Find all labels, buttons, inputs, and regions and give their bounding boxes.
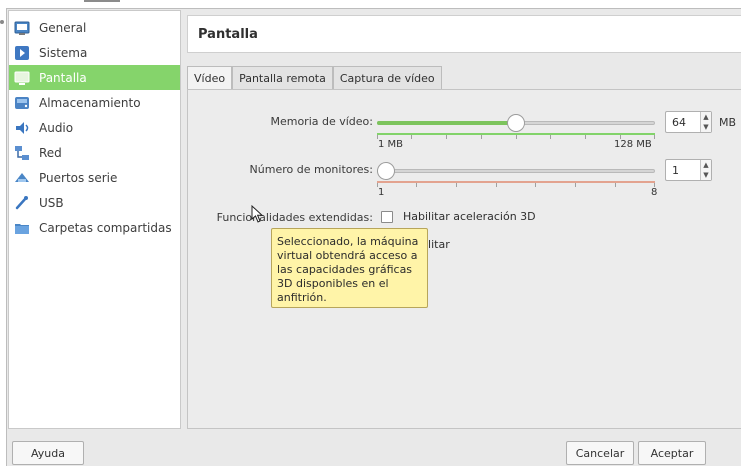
enable-3d-acceleration-label: Habilitar aceleración 3D [403,210,536,223]
network-icon [14,145,30,161]
sidebar-item-system[interactable]: Sistema [9,40,180,65]
monitor-count-slider[interactable] [377,161,655,181]
audio-icon [14,120,30,136]
sidebar-item-serial-ports[interactable]: Puertos serie [9,165,180,190]
extended-features-label: Funcionalidades extendidas: [216,211,373,224]
spin-arrows-icon[interactable]: ▲ ▼ [700,112,711,132]
sidebar-item-label: Sistema [39,45,88,60]
monitor-count-min: 1 [378,187,385,198]
slider-fill [377,121,516,125]
tab-bar: Vídeo Pantalla remota Captura de vídeo [187,66,442,90]
sidebar-item-label: Carpetas compartidas [39,220,172,235]
video-memory-value: 64 [672,116,686,129]
sidebar-item-storage[interactable]: Almacenamiento [9,90,180,115]
sidebar-item-label: Puertos serie [39,170,118,185]
settings-main-panel: Pantalla Vídeo Pantalla remota Captura d… [187,10,741,429]
tab-remote-display[interactable]: Pantalla remota [232,66,333,90]
accept-button[interactable]: Aceptar [638,441,706,465]
settings-dialog: General Sistema Pantalla Almacenamiento … [6,8,741,466]
sidebar-item-label: Audio [39,120,74,135]
slider-track [377,169,655,173]
tab-video[interactable]: Vídeo [187,66,233,90]
monitor-count-max: 8 [651,187,658,198]
tab-video-capture[interactable]: Captura de vídeo [332,66,442,90]
video-memory-max: 128 MB [614,139,652,150]
video-memory-ticks [377,133,655,139]
display-icon [14,70,30,86]
sidebar-item-usb[interactable]: USB [9,190,180,215]
sidebar-item-label: USB [39,195,64,210]
monitor-count-value: 1 [672,164,679,177]
monitor-count-ticks [377,181,655,187]
sidebar-item-label: Almacenamiento [39,95,141,110]
sidebar-item-display[interactable]: Pantalla [9,65,180,90]
window-top-edge [0,0,741,8]
storage-icon [14,95,30,111]
spin-arrows-icon[interactable]: ▲ ▼ [700,160,711,180]
sidebar-item-general[interactable]: General [9,15,180,40]
video-memory-label: Memoria de vídeo: [270,115,373,128]
monitor-count-label: Número de monitores: [249,163,373,176]
help-button[interactable]: Ayuda [12,441,84,465]
sidebar-item-label: Pantalla [39,70,87,85]
bullet-dot [0,20,4,24]
cancel-button[interactable]: Cancelar [566,441,634,465]
monitor-count-spinbox[interactable]: 1 ▲ ▼ [665,159,712,181]
sidebar-item-label: Red [39,145,62,160]
serial-ports-icon [14,170,30,186]
system-icon [14,45,30,61]
slider-handle[interactable] [377,162,395,180]
sidebar-item-label: General [39,20,87,35]
page-title: Pantalla [187,15,741,53]
top-edge-mark [84,0,120,2]
slider-handle[interactable] [507,114,525,132]
sidebar-item-audio[interactable]: Audio [9,115,180,140]
enable-3d-acceleration-checkbox[interactable]: Habilitar aceleración 3D [381,210,536,223]
video-memory-spinbox[interactable]: 64 ▲ ▼ [665,111,712,133]
shared-folders-icon [14,220,30,236]
sidebar-item-shared-folders[interactable]: Carpetas compartidas [9,215,180,240]
checkbox-box[interactable] [381,210,393,223]
video-memory-min: 1 MB [378,139,404,150]
video-memory-unit: MB [719,116,737,129]
settings-sidebar: General Sistema Pantalla Almacenamiento … [8,10,181,429]
video-memory-slider[interactable] [377,113,655,133]
mouse-cursor-icon [251,205,264,223]
general-icon [14,20,30,36]
tooltip: Seleccionado, la máquina virtual obtendr… [271,228,428,308]
sidebar-item-network[interactable]: Red [9,140,180,165]
usb-icon [14,195,30,211]
